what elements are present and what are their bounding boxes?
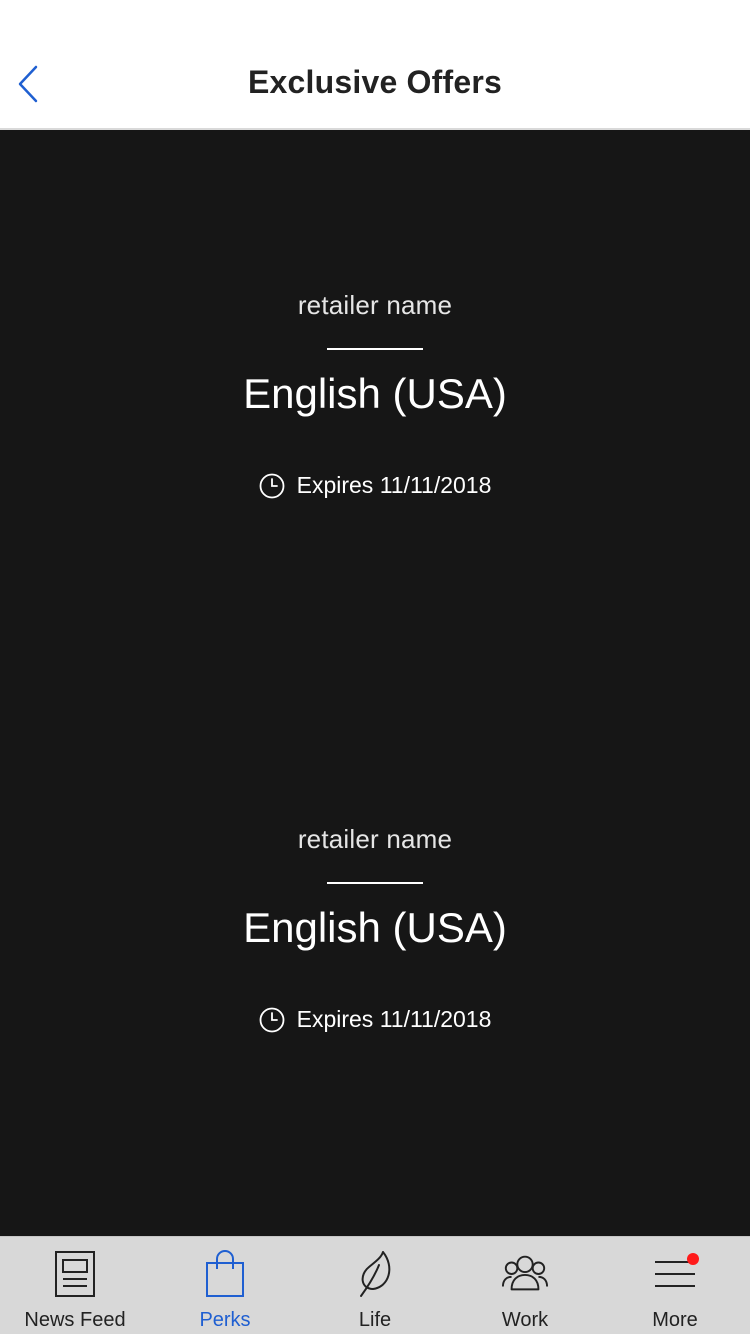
retailer-name: retailer name [297, 824, 453, 854]
tab-label: Life [358, 1309, 392, 1331]
menu-icon [651, 1249, 699, 1299]
offer-title: English (USA) [243, 904, 507, 951]
expiry-text: Expires 11/11/2018 [296, 472, 492, 498]
offer-card[interactable]: retailer name English (USA) Expires 11/1… [0, 664, 750, 1198]
app-root: Exclusive Offers retailer name English (… [0, 0, 750, 1334]
title-divider [327, 348, 423, 350]
page-title: Exclusive Offers [248, 64, 502, 100]
shopping-bag-icon [201, 1249, 249, 1299]
title-divider [327, 882, 423, 884]
tab-label: Work [501, 1309, 549, 1331]
offer-title: English (USA) [243, 370, 507, 417]
clock-icon [259, 1007, 285, 1033]
clock-icon [259, 473, 285, 499]
people-icon [501, 1249, 549, 1299]
retailer-name: retailer name [297, 290, 453, 320]
tab-label: Perks [199, 1309, 251, 1331]
newspaper-icon [51, 1249, 99, 1299]
top-bar: Exclusive Offers [0, 0, 750, 130]
tab-news-feed[interactable]: News Feed [0, 1237, 150, 1334]
tab-work[interactable]: Work [450, 1237, 600, 1334]
expiry-row: Expires 11/11/2018 [0, 472, 750, 499]
expiry-row: Expires 11/11/2018 [0, 1006, 750, 1033]
tab-label: News Feed [24, 1309, 126, 1331]
leaf-icon [351, 1249, 399, 1299]
offer-card[interactable]: retailer name English (USA) Expires 11/1… [0, 130, 750, 664]
tab-life[interactable]: Life [300, 1237, 450, 1334]
tab-more[interactable]: More [600, 1237, 750, 1334]
tab-bar: News Feed Perks Life Work More [0, 1236, 750, 1334]
tab-perks[interactable]: Perks [150, 1237, 300, 1334]
expiry-text: Expires 11/11/2018 [296, 1006, 492, 1032]
offers-list: retailer name English (USA) Expires 11/1… [0, 130, 750, 1236]
notification-dot [687, 1253, 699, 1265]
tab-label: More [652, 1309, 698, 1331]
